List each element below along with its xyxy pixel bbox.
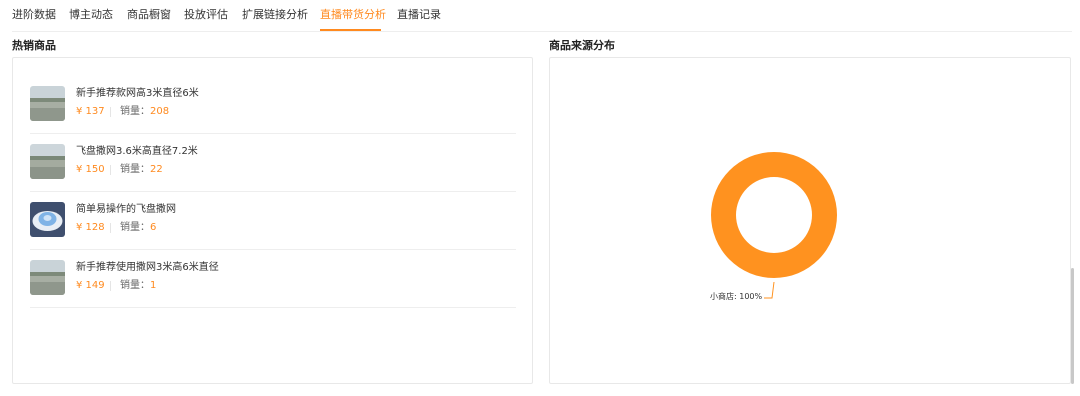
hot-products-title: 热销商品 bbox=[12, 39, 56, 52]
product-thumbnail bbox=[30, 86, 65, 121]
tab-product-showcase[interactable]: 商品橱窗 bbox=[127, 8, 171, 22]
product-name: 新手推荐使用撒网3米高6米直径 bbox=[76, 262, 219, 273]
slice-label: 小商店: 100% bbox=[710, 292, 763, 301]
donut-chart: 小商店: 100% bbox=[550, 58, 1072, 385]
slice-label-leader-line bbox=[764, 281, 775, 299]
sales-value: 22 bbox=[150, 164, 163, 175]
sales-label: 销量： bbox=[120, 164, 150, 175]
tab-advanced-data[interactable]: 进阶数据 bbox=[12, 8, 56, 22]
tab-blogger-updates[interactable]: 博主动态 bbox=[69, 8, 113, 22]
product-item[interactable]: 新手推荐款网高3米直径6米 ¥ 137 销量： 208 bbox=[30, 76, 516, 134]
donut-slice-0[interactable] bbox=[711, 152, 837, 278]
product-name: 飞盘撒网3.6米高直径7.2米 bbox=[76, 146, 198, 157]
product-item[interactable]: 简单易操作的飞盘撒网 ¥ 128 销量： 6 bbox=[30, 192, 516, 250]
tab-live-records[interactable]: 直播记录 bbox=[397, 8, 441, 22]
tab-bar: 进阶数据 博主动态 商品橱窗 投放评估 扩展链接分析 直播带货分析 直播记录 bbox=[12, 0, 1072, 32]
sales-value: 6 bbox=[150, 222, 157, 233]
divider bbox=[110, 107, 111, 117]
sales-label: 销量： bbox=[120, 280, 150, 291]
product-item[interactable]: 新手推荐使用撒网3米高6米直径 ¥ 149 销量： 1 bbox=[30, 250, 516, 308]
product-price: ¥ 150 bbox=[76, 164, 105, 175]
sales-value: 1 bbox=[150, 280, 157, 291]
active-tab-indicator bbox=[320, 29, 381, 31]
source-distribution-panel: 小商店: 100% bbox=[549, 57, 1071, 384]
source-distribution-title: 商品来源分布 bbox=[549, 39, 615, 52]
product-price: ¥ 137 bbox=[76, 106, 105, 117]
product-item[interactable]: 飞盘撒网3.6米高直径7.2米 ¥ 150 销量： 22 bbox=[30, 134, 516, 192]
divider bbox=[110, 165, 111, 175]
sales-label: 销量： bbox=[120, 222, 150, 233]
hot-products-panel: 新手推荐款网高3米直径6米 ¥ 137 销量： 208 飞盘撒网3.6米高直径7… bbox=[12, 57, 533, 384]
page-scrollbar[interactable] bbox=[1071, 268, 1074, 384]
tab-live-sales-analysis[interactable]: 直播带货分析 bbox=[320, 8, 386, 22]
divider bbox=[110, 281, 111, 291]
donut-chart-svg bbox=[711, 152, 837, 299]
tab-ad-evaluation[interactable]: 投放评估 bbox=[184, 8, 228, 22]
divider bbox=[110, 223, 111, 233]
product-thumbnail bbox=[30, 144, 65, 179]
product-thumbnail bbox=[30, 260, 65, 295]
product-thumbnail bbox=[30, 202, 65, 237]
product-price: ¥ 149 bbox=[76, 280, 105, 291]
tab-link-analysis[interactable]: 扩展链接分析 bbox=[242, 8, 308, 22]
sales-label: 销量： bbox=[120, 106, 150, 117]
sales-value: 208 bbox=[150, 106, 170, 117]
product-price: ¥ 128 bbox=[76, 222, 105, 233]
product-name: 新手推荐款网高3米直径6米 bbox=[76, 88, 199, 99]
product-name: 简单易操作的飞盘撒网 bbox=[76, 204, 176, 215]
